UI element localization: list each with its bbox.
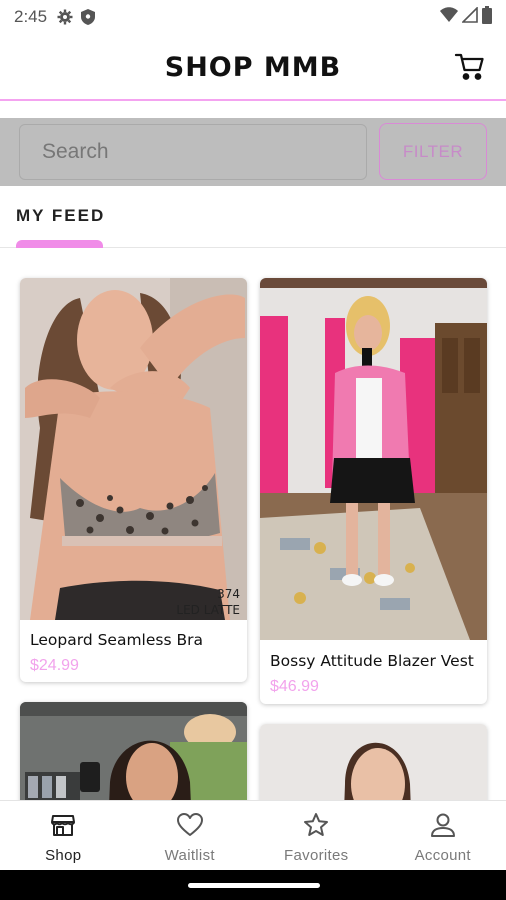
cart-icon[interactable] — [454, 50, 486, 82]
tab-my-feed[interactable]: MY FEED — [16, 206, 105, 226]
tab-indicator — [16, 240, 103, 248]
product-card[interactable]: Bossy Attitude Blazer Vest $46.99 — [260, 278, 487, 704]
home-gesture-handle[interactable] — [188, 883, 320, 888]
bottom-navigation: Shop Waitlist Favorites Account — [0, 800, 506, 870]
product-feed[interactable]: 374 LED LATTE Leopard Seamless Bra $24.9… — [0, 248, 506, 800]
star-icon — [302, 811, 330, 839]
watermark-label: LED LATTE — [176, 603, 240, 617]
nav-shop-label: Shop — [45, 847, 82, 864]
nav-shop[interactable]: Shop — [0, 801, 127, 870]
heart-icon — [176, 811, 204, 839]
search-band: Search FILTER — [0, 118, 506, 186]
product-card[interactable] — [20, 702, 247, 800]
battery-icon — [482, 5, 492, 29]
product-image — [260, 278, 487, 640]
product-price: $24.99 — [30, 657, 79, 674]
app-header: SHOP MMB — [0, 34, 506, 100]
product-name: Bossy Attitude Blazer Vest — [270, 652, 474, 670]
product-image — [20, 702, 247, 800]
nav-waitlist[interactable]: Waitlist — [127, 801, 254, 870]
product-image: 374 LED LATTE — [20, 278, 247, 620]
filter-button[interactable]: FILTER — [379, 123, 487, 180]
search-input[interactable]: Search — [19, 124, 367, 180]
product-name: Leopard Seamless Bra — [30, 631, 203, 649]
status-time: 2:45 — [14, 7, 48, 26]
nav-account-label: Account — [414, 847, 471, 864]
feed-tabs: MY FEED — [0, 186, 506, 248]
nav-favorites[interactable]: Favorites — [253, 801, 380, 870]
nav-account[interactable]: Account — [380, 801, 506, 870]
product-card[interactable] — [260, 724, 487, 800]
header-divider — [0, 99, 506, 101]
nav-waitlist-label: Waitlist — [164, 847, 215, 864]
wifi-icon — [440, 6, 458, 28]
system-gesture-bar — [0, 870, 506, 900]
storefront-icon — [49, 811, 77, 839]
status-bar: 2:45 — [0, 0, 506, 34]
product-image — [260, 724, 487, 800]
watermark-number: 374 — [217, 587, 240, 601]
product-price: $46.99 — [270, 678, 319, 695]
nav-favorites-label: Favorites — [284, 847, 349, 864]
settings-gear-icon — [57, 9, 73, 25]
signal-icon — [461, 5, 478, 28]
app-title: SHOP MMB — [164, 51, 342, 83]
product-card[interactable]: 374 LED LATTE Leopard Seamless Bra $24.9… — [20, 278, 247, 682]
shield-icon — [81, 9, 96, 25]
search-placeholder: Search — [42, 140, 109, 163]
person-icon — [429, 811, 457, 839]
